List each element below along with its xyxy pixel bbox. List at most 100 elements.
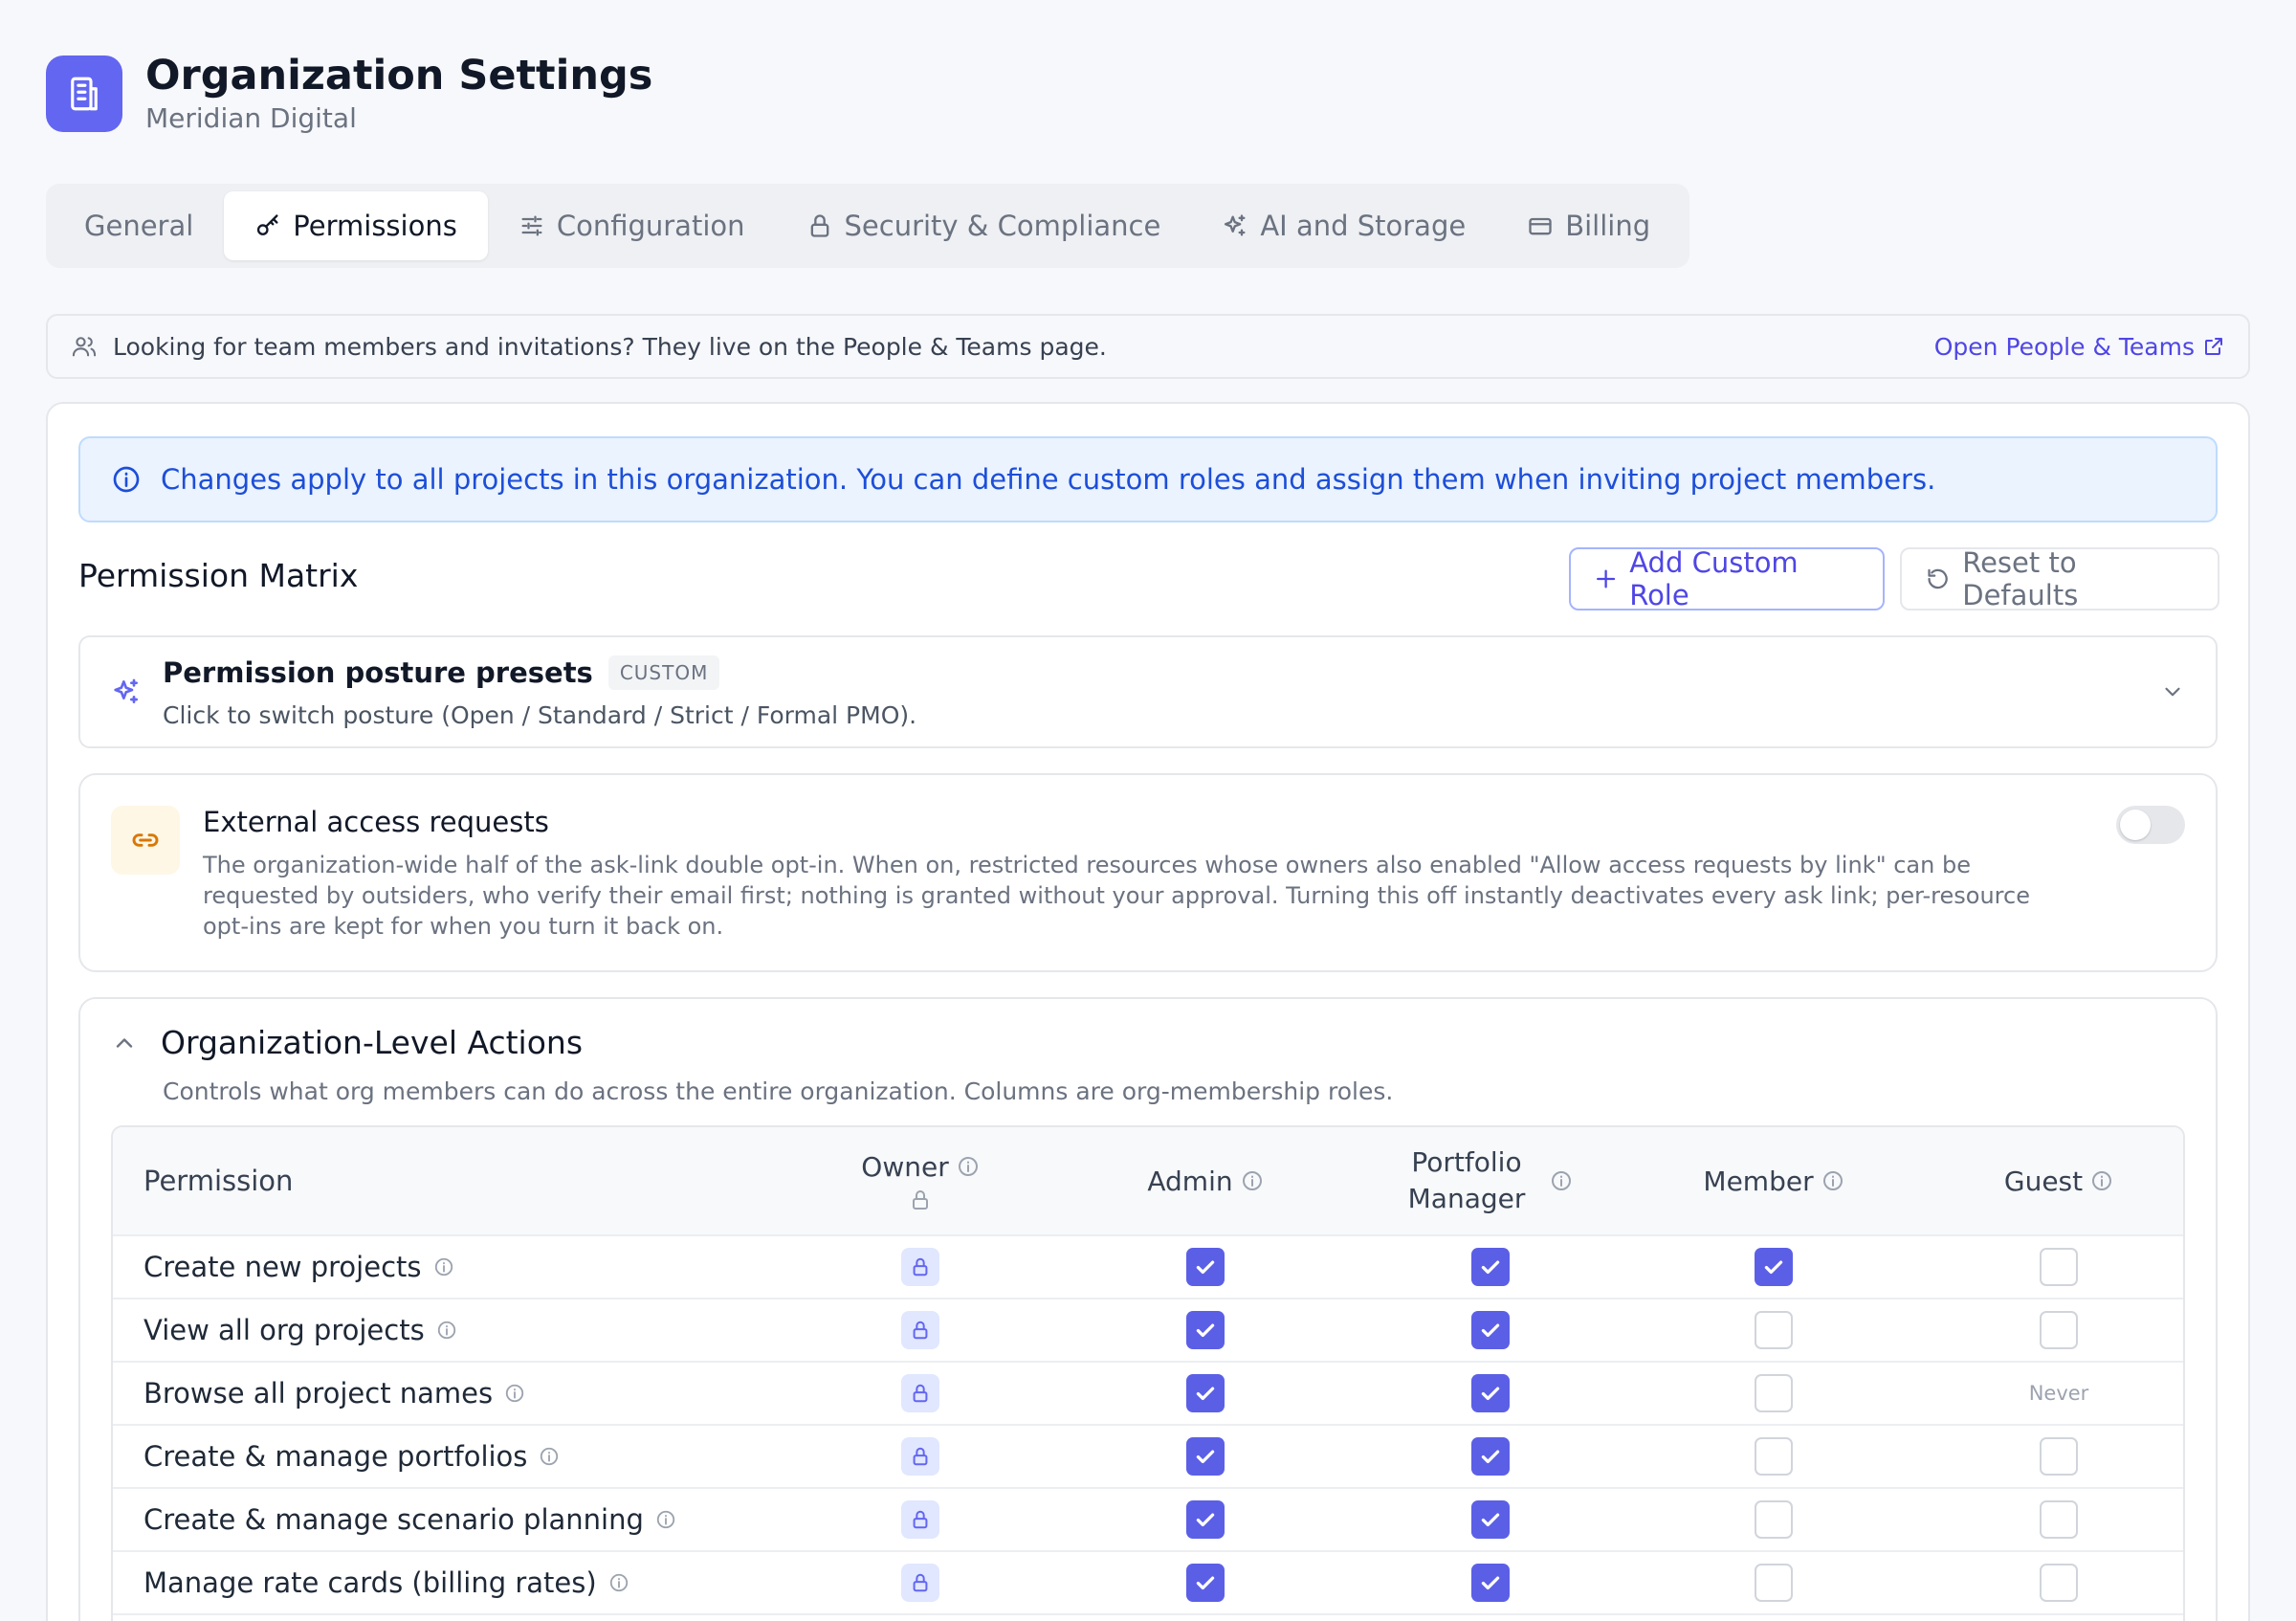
info-icon[interactable] — [655, 1509, 676, 1530]
permission-checkbox-unchecked[interactable] — [1755, 1564, 1793, 1602]
table-row: Create & manage scenario planning — [113, 1489, 2183, 1552]
info-banner-text: Changes apply to all projects in this or… — [161, 463, 1936, 496]
chevron-down-icon — [2165, 687, 2180, 697]
guest-cell — [1963, 1426, 2154, 1487]
presets-subtitle: Click to switch posture (Open / Standard… — [163, 700, 917, 729]
info-icon[interactable] — [504, 1383, 525, 1404]
permission-checkbox-unchecked[interactable] — [2040, 1564, 2078, 1602]
permission-checkbox-unchecked[interactable] — [2040, 1437, 2078, 1476]
permission-checkbox-unchecked[interactable] — [2040, 1500, 2078, 1539]
permission-checkbox-unchecked[interactable] — [2040, 1311, 2078, 1349]
sparkles-icon — [1225, 214, 1246, 236]
column-header-member: Member — [1678, 1127, 1869, 1234]
table-row: Create & manage portfolios — [113, 1426, 2183, 1489]
open-people-teams-link[interactable]: Open People & Teams — [1934, 333, 2225, 361]
admin-cell — [1110, 1552, 1301, 1613]
admin-cell — [1110, 1236, 1301, 1298]
permission-checkbox-checked[interactable] — [1186, 1564, 1225, 1602]
permission-checkbox-checked[interactable] — [1471, 1437, 1510, 1476]
permission-checkbox-checked[interactable] — [1471, 1311, 1510, 1349]
table-row: Create new projects — [113, 1236, 2183, 1299]
admin-cell — [1110, 1363, 1301, 1424]
add-custom-role-button[interactable]: Add Custom Role — [1569, 546, 1885, 611]
locked-permission-icon — [901, 1374, 939, 1412]
table-row: Manage rate cards (billing rates) — [113, 1552, 2183, 1615]
column-header-owner: Owner — [825, 1127, 1016, 1234]
locked-permission-icon — [901, 1248, 939, 1286]
permission-checkbox-checked[interactable] — [1186, 1248, 1225, 1286]
tab-label: General — [84, 210, 194, 242]
permission-cell: Create & manage scenario planning — [144, 1489, 676, 1550]
permission-matrix-table: Permission Owner Admin Portfolio Manager… — [111, 1125, 2185, 1621]
admin-cell — [1110, 1299, 1301, 1361]
locked-permission-icon — [901, 1500, 939, 1539]
chevron-up-icon[interactable] — [111, 1030, 138, 1056]
locked-permission-icon — [901, 1311, 939, 1349]
posture-presets-toggle[interactable]: Permission posture presets CUSTOM Click … — [78, 635, 2218, 748]
info-icon[interactable] — [1241, 1169, 1264, 1192]
portfolio-manager-cell — [1395, 1363, 1586, 1424]
permission-label: Browse all project names — [144, 1377, 494, 1410]
permission-checkbox-unchecked[interactable] — [1755, 1374, 1793, 1412]
permission-checkbox-checked[interactable] — [1186, 1437, 1225, 1476]
guest-cell: Never — [1963, 1363, 2154, 1424]
permission-checkbox-unchecked[interactable] — [1755, 1311, 1793, 1349]
reset-icon — [1928, 568, 1948, 589]
column-header-admin: Admin — [1110, 1127, 1301, 1234]
guest-cell — [1963, 1552, 2154, 1613]
info-icon — [113, 466, 140, 493]
info-icon[interactable] — [1821, 1169, 1844, 1192]
permission-checkbox-unchecked[interactable] — [1755, 1437, 1793, 1476]
permission-cell: Browse all project names — [144, 1363, 525, 1424]
tab-billing[interactable]: Billing — [1496, 191, 1681, 260]
tab-ai-storage[interactable]: AI and Storage — [1191, 191, 1496, 260]
permission-checkbox-unchecked[interactable] — [1755, 1500, 1793, 1539]
member-cell — [1678, 1236, 1869, 1298]
info-icon[interactable] — [2090, 1169, 2113, 1192]
org-actions-title: Organization-Level Actions — [161, 1024, 584, 1061]
lock-icon — [810, 214, 828, 237]
people-teams-notice: Looking for team members and invitations… — [46, 314, 2250, 379]
member-cell — [1678, 1363, 1869, 1424]
tab-security-compliance[interactable]: Security & Compliance — [776, 191, 1192, 260]
reset-defaults-button[interactable]: Reset to Defaults — [1900, 546, 2219, 611]
permission-checkbox-checked[interactable] — [1186, 1311, 1225, 1349]
permission-never-label: Never — [2028, 1382, 2089, 1405]
preset-badge: CUSTOM — [607, 655, 720, 690]
permission-checkbox-checked[interactable] — [1186, 1500, 1225, 1539]
credit-card-icon — [1529, 217, 1552, 235]
org-actions-section: Organization-Level Actions Controls what… — [78, 997, 2218, 1621]
sliders-icon — [521, 215, 542, 236]
tab-general[interactable]: General — [54, 191, 224, 260]
info-icon[interactable] — [1550, 1169, 1573, 1192]
portfolio-manager-cell — [1395, 1299, 1586, 1361]
external-access-title: External access requests — [203, 806, 549, 838]
permission-matrix-title: Permission Matrix — [78, 557, 359, 594]
member-cell — [1678, 1426, 1869, 1487]
permission-checkbox-checked[interactable] — [1471, 1374, 1510, 1412]
lock-icon — [913, 1189, 928, 1210]
portfolio-manager-cell — [1395, 1489, 1586, 1550]
permission-checkbox-checked[interactable] — [1471, 1564, 1510, 1602]
button-label: Add Custom Role — [1629, 546, 1799, 611]
permission-checkbox-checked[interactable] — [1755, 1248, 1793, 1286]
external-access-toggle[interactable] — [2116, 806, 2185, 844]
permission-checkbox-checked[interactable] — [1471, 1248, 1510, 1286]
info-icon[interactable] — [957, 1155, 980, 1178]
column-header-permission: Permission — [144, 1165, 294, 1197]
building-icon — [46, 56, 122, 133]
tab-permissions[interactable]: Permissions — [224, 191, 488, 260]
info-icon[interactable] — [436, 1320, 457, 1341]
permission-checkbox-checked[interactable] — [1186, 1374, 1225, 1412]
column-header-label: Member — [1703, 1165, 1814, 1197]
column-header-label: Manager — [1407, 1183, 1526, 1214]
permission-checkbox-checked[interactable] — [1471, 1500, 1510, 1539]
portfolio-manager-cell — [1395, 1236, 1586, 1298]
info-icon[interactable] — [608, 1572, 629, 1593]
info-icon[interactable] — [539, 1446, 560, 1467]
tab-configuration[interactable]: Configuration — [488, 191, 776, 260]
locked-permission-icon — [901, 1437, 939, 1476]
owner-cell — [825, 1489, 1016, 1550]
info-icon[interactable] — [433, 1256, 454, 1277]
permission-checkbox-unchecked[interactable] — [2040, 1248, 2078, 1286]
